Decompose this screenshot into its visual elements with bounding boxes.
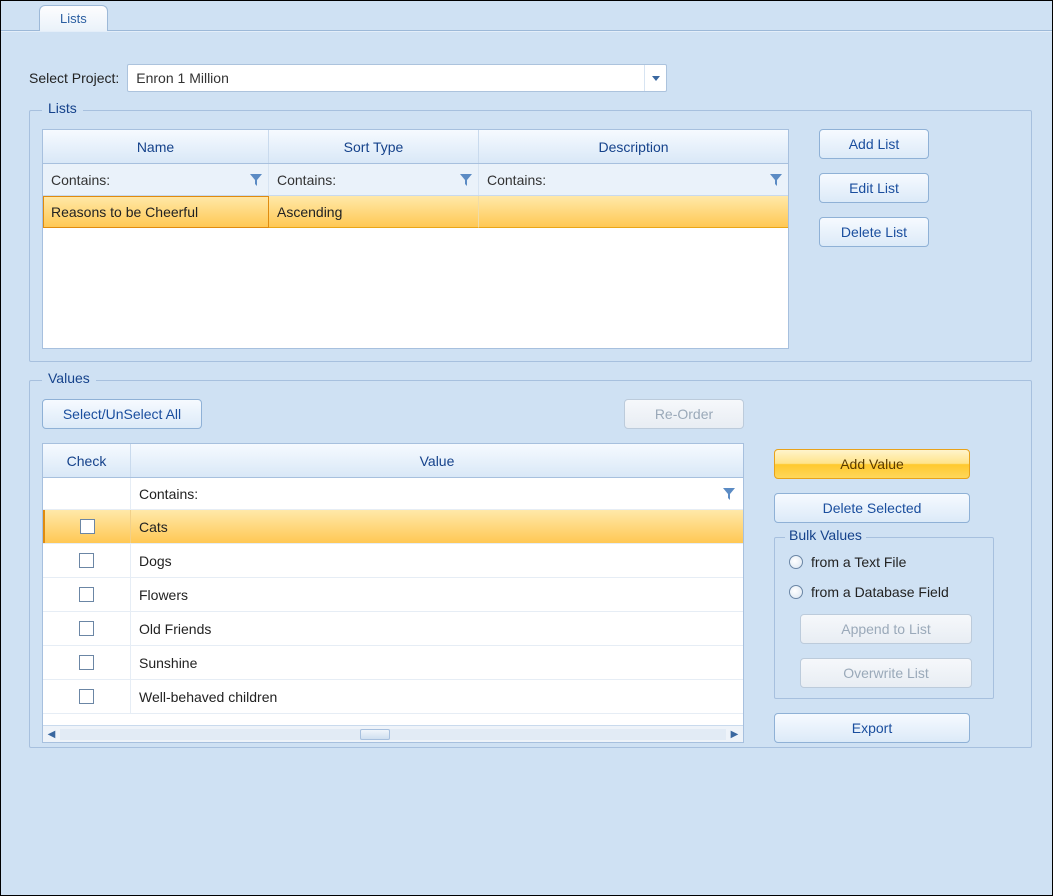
lists-filter-sort[interactable]: Contains: [269, 164, 479, 195]
values-row-check-area [43, 510, 131, 543]
lists-filter-name[interactable]: Contains: [43, 164, 269, 195]
filter-label: Contains: [139, 486, 198, 502]
values-row[interactable]: Dogs [43, 544, 743, 578]
lists-row[interactable]: Reasons to be Cheerful Ascending [43, 196, 788, 228]
lists-cell-name: Reasons to be Cheerful [43, 196, 269, 228]
lists-filter-row: Contains: Contains: Contains: [43, 164, 788, 196]
project-dropdown-value: Enron 1 Million [128, 70, 644, 86]
values-header-check[interactable]: Check [43, 444, 131, 477]
checkbox[interactable] [79, 655, 94, 670]
funnel-icon [460, 174, 472, 186]
tab-lists[interactable]: Lists [39, 5, 108, 31]
values-row-value: Dogs [131, 544, 743, 577]
scroll-track[interactable] [60, 729, 726, 740]
values-filter-value[interactable]: Contains: [131, 478, 743, 509]
values-grid: Check Value Contains: CatsDogsFlowersOld… [42, 443, 744, 743]
values-row-value: Well-behaved children [131, 680, 743, 713]
values-body: CatsDogsFlowersOld FriendsSunshineWell-b… [43, 510, 743, 742]
radio-icon [789, 585, 803, 599]
export-button[interactable]: Export [774, 713, 970, 743]
values-row-value: Flowers [131, 578, 743, 611]
values-row-check-area [43, 612, 131, 645]
lists-body: Reasons to be Cheerful Ascending [43, 196, 788, 348]
filter-label: Contains: [277, 172, 336, 188]
chevron-down-icon [644, 65, 666, 91]
values-groupbox: Values Select/UnSelect All Re-Order Chec… [29, 380, 1032, 748]
values-row-value: Sunshine [131, 646, 743, 679]
lists-header-desc[interactable]: Description [479, 130, 788, 163]
edit-list-button[interactable]: Edit List [819, 173, 929, 203]
lists-header-name[interactable]: Name [43, 130, 269, 163]
lists-filter-desc[interactable]: Contains: [479, 164, 788, 195]
tabstrip: Lists [1, 1, 1052, 31]
values-header-value[interactable]: Value [131, 444, 743, 477]
values-row-check-area [43, 578, 131, 611]
checkbox[interactable] [79, 621, 94, 636]
checkbox[interactable] [80, 519, 95, 534]
values-filter-row: Contains: [43, 478, 743, 510]
radio-text-file-label: from a Text File [811, 554, 906, 570]
values-legend: Values [42, 370, 96, 386]
values-header-row: Check Value [43, 444, 743, 478]
values-row[interactable]: Cats [43, 510, 743, 544]
values-row[interactable]: Well-behaved children [43, 680, 743, 714]
scroll-thumb[interactable] [360, 729, 390, 740]
filter-label: Contains: [51, 172, 110, 188]
main-panel: Select Project: Enron 1 Million Lists Na… [1, 31, 1052, 895]
values-row-check-area [43, 680, 131, 713]
values-row-check-area [43, 544, 131, 577]
scroll-right-icon[interactable]: ▶ [726, 727, 743, 742]
reorder-button[interactable]: Re-Order [624, 399, 744, 429]
values-row-value: Cats [131, 510, 743, 543]
overwrite-list-button[interactable]: Overwrite List [800, 658, 972, 688]
select-all-button[interactable]: Select/UnSelect All [42, 399, 202, 429]
values-right-column: Add Value Delete Selected Bulk Values fr… [774, 399, 994, 743]
checkbox[interactable] [79, 587, 94, 602]
values-filter-check [43, 478, 131, 509]
values-toolbar: Select/UnSelect All Re-Order [42, 399, 744, 429]
radio-db-field-label: from a Database Field [811, 584, 949, 600]
project-dropdown[interactable]: Enron 1 Million [127, 64, 667, 92]
lists-buttons: Add List Edit List Delete List [819, 129, 1019, 349]
checkbox[interactable] [79, 553, 94, 568]
values-row[interactable]: Old Friends [43, 612, 743, 646]
select-project-label: Select Project: [29, 70, 119, 86]
radio-icon [789, 555, 803, 569]
radio-db-field[interactable]: from a Database Field [789, 584, 983, 600]
checkbox[interactable] [79, 689, 94, 704]
values-row-value: Old Friends [131, 612, 743, 645]
filter-label: Contains: [487, 172, 546, 188]
lists-header-sort[interactable]: Sort Type [269, 130, 479, 163]
values-row-check-area [43, 646, 131, 679]
values-row[interactable]: Flowers [43, 578, 743, 612]
lists-cell-desc [479, 196, 788, 228]
lists-groupbox: Lists Name Sort Type Description Contain… [29, 110, 1032, 362]
funnel-icon [723, 488, 735, 500]
funnel-icon [250, 174, 262, 186]
delete-selected-button[interactable]: Delete Selected [774, 493, 970, 523]
add-list-button[interactable]: Add List [819, 129, 929, 159]
radio-text-file[interactable]: from a Text File [789, 554, 983, 570]
funnel-icon [770, 174, 782, 186]
scroll-left-icon[interactable]: ◀ [43, 727, 60, 742]
bulk-legend: Bulk Values [785, 527, 866, 543]
bulk-values-group: Bulk Values from a Text File from a Data… [774, 537, 994, 699]
delete-list-button[interactable]: Delete List [819, 217, 929, 247]
project-row: Select Project: Enron 1 Million [29, 64, 1032, 92]
lists-legend: Lists [42, 100, 83, 116]
values-row[interactable]: Sunshine [43, 646, 743, 680]
lists-grid: Name Sort Type Description Contains: Con… [42, 129, 789, 349]
lists-header-row: Name Sort Type Description [43, 130, 788, 164]
horizontal-scrollbar[interactable]: ◀ ▶ [43, 725, 743, 742]
add-value-button[interactable]: Add Value [774, 449, 970, 479]
lists-cell-sort: Ascending [269, 196, 479, 228]
append-to-list-button[interactable]: Append to List [800, 614, 972, 644]
